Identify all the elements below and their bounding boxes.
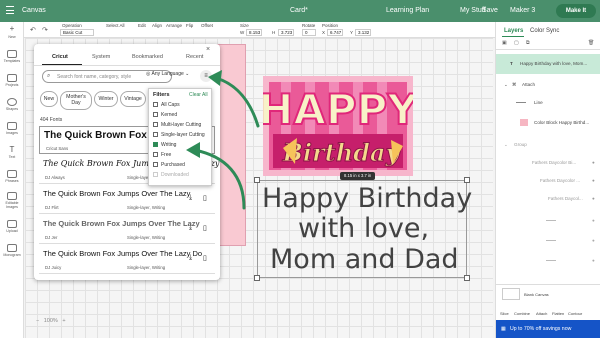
group-icon[interactable]: ▣ xyxy=(502,40,507,46)
combine-button[interactable]: Combine xyxy=(514,311,530,316)
duplicate-icon[interactable]: ⧉ xyxy=(526,40,530,46)
layer-actions: Slice Combine Attach Flatten Contour xyxy=(496,305,600,319)
arrow-to-filter-icon xyxy=(214,76,260,128)
tab-color-sync[interactable]: Color Sync xyxy=(530,28,559,34)
arrow-head xyxy=(186,142,200,158)
eye-icon[interactable]: ● xyxy=(592,160,595,165)
layer-selected[interactable]: T Happy Birthday with love, Mom... xyxy=(496,54,600,74)
line-icon xyxy=(516,102,526,103)
attach-button[interactable]: Attach xyxy=(536,311,547,316)
eye-icon[interactable]: ● xyxy=(592,258,595,263)
attach-icon: ⌘ xyxy=(512,82,517,87)
promo-banner[interactable]: ▦ Up to 70% off savings now xyxy=(496,320,600,338)
chevron-down-icon: ⌄ xyxy=(504,142,508,147)
eye-icon[interactable]: ● xyxy=(592,196,595,201)
ungroup-icon[interactable]: ▢ xyxy=(514,40,519,46)
arrow-head xyxy=(208,70,222,86)
text-layer-icon: T xyxy=(510,61,513,66)
slice-button[interactable]: Slice xyxy=(500,311,509,316)
eye-icon[interactable]: ● xyxy=(592,218,595,223)
chevron-down-icon: ⌄ xyxy=(504,82,508,87)
delete-icon[interactable]: 🗑 xyxy=(588,40,594,46)
flatten-button[interactable]: Flatten xyxy=(552,311,564,316)
blank-canvas-row[interactable]: Blank Canvas xyxy=(496,284,600,304)
eye-icon[interactable]: ● xyxy=(592,238,595,243)
arrow-to-writing-filter xyxy=(192,148,246,210)
layer-toolbar: ▣ ▢ ⧉ 🗑 xyxy=(496,40,600,50)
color-block-swatch xyxy=(520,119,528,126)
line-icon xyxy=(546,220,556,221)
blank-canvas-swatch xyxy=(502,288,520,300)
promo-text: Up to 70% off savings now xyxy=(510,326,572,332)
layers-panel: Layers Color Sync ▣ ▢ ⧉ 🗑 T Happy Birthd… xyxy=(495,22,600,338)
line-icon xyxy=(546,260,556,261)
tab-layers[interactable]: Layers xyxy=(504,28,523,34)
eye-icon[interactable]: ● xyxy=(592,178,595,183)
tab-underline xyxy=(502,36,524,37)
promo-icon: ▦ xyxy=(501,326,506,332)
line-icon xyxy=(546,240,556,241)
contour-button[interactable]: Contour xyxy=(568,311,582,316)
